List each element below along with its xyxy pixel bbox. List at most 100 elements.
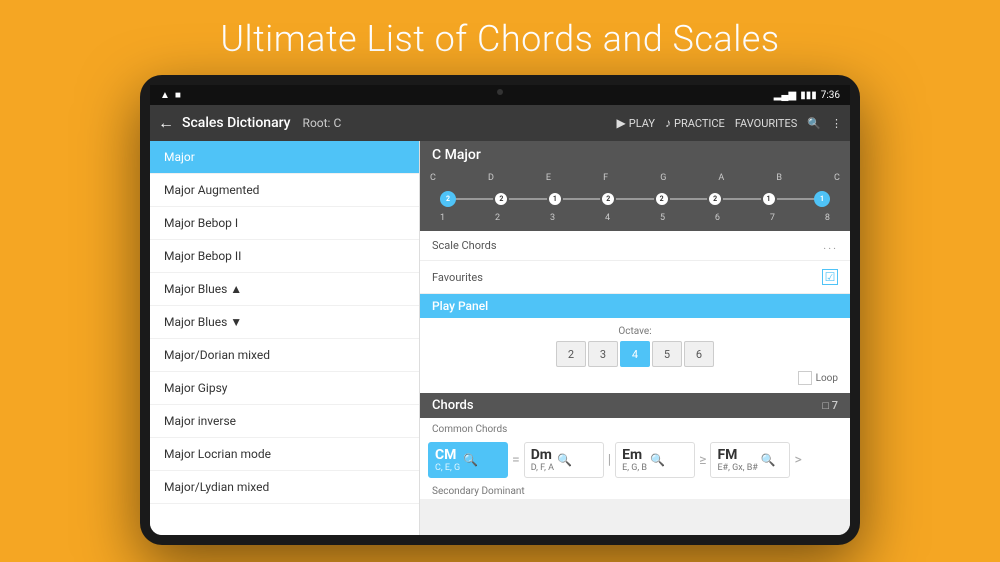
status-bar: ▲ ■ ▂▄▆ ▮▮▮ 7:36	[150, 85, 850, 105]
play-action[interactable]: ▶ PLAY	[617, 116, 655, 130]
sidebar-item-major-dorian[interactable]: Major/Dorian mixed	[150, 339, 419, 372]
play-panel-header: Play Panel	[420, 294, 850, 318]
chord-cm[interactable]: CM C, E, G 🔍	[428, 442, 508, 478]
chord-fm-notes: E#, Gx, B#	[717, 463, 757, 473]
scale-node-7: 1	[761, 191, 777, 207]
chord-separator-3: ≥	[699, 442, 706, 478]
scale-node-3: 1	[547, 191, 563, 207]
play-icon: ▶	[617, 116, 626, 130]
common-chords-label: Common Chords	[420, 418, 850, 438]
loop-label: Loop	[816, 373, 838, 384]
search-icon: 🔍	[807, 117, 821, 130]
note-e: E	[546, 173, 551, 183]
chord-separator-1: =	[512, 442, 520, 478]
time-display: 7:36	[821, 90, 840, 101]
scale-chords-row[interactable]: Scale Chords ...	[420, 231, 850, 261]
favourites-row[interactable]: Favourites ☑	[420, 261, 850, 294]
sidebar-item-major[interactable]: Major	[150, 141, 419, 174]
notification-icon: ▲	[160, 90, 170, 101]
battery-icon: ▮▮▮	[800, 90, 817, 101]
secondary-dominant-label: Secondary Dominant	[420, 482, 850, 499]
chord-separator-2: |	[608, 442, 611, 478]
chords-row: CM C, E, G 🔍 = Dm D, F, A 🔍	[420, 438, 850, 482]
loop-checkbox[interactable]	[798, 371, 812, 385]
note-g: G	[660, 173, 666, 183]
scale-notes-row: C D E F G A B C	[430, 173, 840, 183]
chords-count: □ 7	[822, 399, 838, 412]
main-content: Major Major Augmented Major Bebop I Majo…	[150, 141, 850, 535]
practice-action[interactable]: ♪ PRACTICE	[665, 116, 725, 130]
chord-dm-notes: D, F, A	[531, 463, 554, 473]
sidebar-item-major-lydian[interactable]: Major/Lydian mixed	[150, 471, 419, 504]
chord-cm-notes: C, E, G	[435, 463, 460, 473]
chord-em[interactable]: Em E, G, B 🔍	[615, 442, 695, 478]
chord-dm[interactable]: Dm D, F, A 🔍	[524, 442, 604, 478]
scale-line: 2 2 1 2 2 2 1 1	[430, 185, 840, 213]
play-label: PLAY	[629, 117, 655, 130]
note-f: F	[603, 173, 608, 183]
chords-header: Chords □ 7	[420, 393, 850, 418]
practice-label: PRACTICE	[674, 117, 725, 130]
octave-buttons: 2 3 4 5 6	[432, 341, 838, 367]
favourites-label: Favourites	[432, 271, 483, 284]
note-b: B	[776, 173, 782, 183]
camera-dot	[497, 89, 503, 95]
app-toolbar: ← Scales Dictionary Root: C ▶ PLAY ♪ PRA…	[150, 105, 850, 141]
chords-title: Chords	[432, 398, 474, 413]
scale-node-2: 2	[493, 191, 509, 207]
sidebar-item-major-blues-up[interactable]: Major Blues ▲	[150, 273, 419, 306]
chord-cm-name: CM	[435, 447, 460, 463]
tablet-screen: ← Scales Dictionary Root: C ▶ PLAY ♪ PRA…	[150, 105, 850, 535]
scale-numbers-row: 12345678	[430, 213, 840, 223]
tablet-device: ▲ ■ ▂▄▆ ▮▮▮ 7:36 ← Scales Dictionary Roo…	[140, 75, 860, 545]
sidebar-item-major-inverse[interactable]: Major inverse	[150, 405, 419, 438]
loop-row: Loop	[432, 371, 838, 385]
sidebar-item-major-bebop-i[interactable]: Major Bebop I	[150, 207, 419, 240]
octave-5[interactable]: 5	[652, 341, 682, 367]
practice-icon: ♪	[665, 116, 671, 130]
sidebar-item-major-gipsy[interactable]: Major Gipsy	[150, 372, 419, 405]
status-right: ▂▄▆ ▮▮▮ 7:36	[774, 90, 840, 101]
play-panel-body: Octave: 2 3 4 5 6 Loop	[420, 318, 850, 393]
chord-dm-name: Dm	[531, 447, 554, 463]
sidebar-item-major-augmented[interactable]: Major Augmented	[150, 174, 419, 207]
note-d: D	[488, 173, 494, 183]
favourites-action[interactable]: FAVOURITES	[735, 117, 797, 130]
chord-fm-search[interactable]: 🔍	[761, 453, 776, 467]
chord-cm-search[interactable]: 🔍	[463, 453, 478, 467]
favourites-label: FAVOURITES	[735, 117, 797, 130]
sidebar-item-major-bebop-ii[interactable]: Major Bebop II	[150, 240, 419, 273]
scale-node-5: 2	[654, 191, 670, 207]
scale-node-4: 2	[600, 191, 616, 207]
chord-fm[interactable]: FM E#, Gx, B# 🔍	[710, 442, 790, 478]
scale-visualization: C D E F G A B C 2	[420, 169, 850, 231]
octave-6[interactable]: 6	[684, 341, 714, 367]
octave-3[interactable]: 3	[588, 341, 618, 367]
page-headline: Ultimate List of Chords and Scales	[0, 0, 1000, 60]
wifi-icon: ■	[175, 90, 181, 101]
chord-dm-search[interactable]: 🔍	[557, 453, 572, 467]
toolbar-title: Scales Dictionary	[182, 115, 291, 131]
scale-node-1: 2	[440, 191, 456, 207]
more-action[interactable]: ⋮	[831, 117, 842, 130]
sidebar-item-major-blues-down[interactable]: Major Blues ▼	[150, 306, 419, 339]
back-button[interactable]: ←	[158, 113, 174, 133]
scale-node-8: 1	[814, 191, 830, 207]
scale-detail-panel: C Major C D E F G A B C	[420, 141, 850, 535]
favourites-checkbox[interactable]: ☑	[822, 269, 838, 285]
chord-em-notes: E, G, B	[622, 463, 647, 473]
toolbar-actions: ▶ PLAY ♪ PRACTICE FAVOURITES 🔍 ⋮	[617, 116, 842, 130]
chord-em-search[interactable]: 🔍	[650, 453, 665, 467]
scale-chords-dots: ...	[823, 239, 838, 252]
chord-fm-name: FM	[717, 447, 757, 463]
note-a: A	[718, 173, 724, 183]
scale-node-6: 2	[707, 191, 723, 207]
more-icon: ⋮	[831, 117, 842, 130]
scale-title: C Major	[420, 141, 850, 169]
toolbar-root: Root: C	[303, 116, 342, 130]
search-action[interactable]: 🔍	[807, 117, 821, 130]
octave-2[interactable]: 2	[556, 341, 586, 367]
signal-icon: ▂▄▆	[774, 90, 796, 101]
sidebar-item-major-locrian[interactable]: Major Locrian mode	[150, 438, 419, 471]
octave-4[interactable]: 4	[620, 341, 650, 367]
